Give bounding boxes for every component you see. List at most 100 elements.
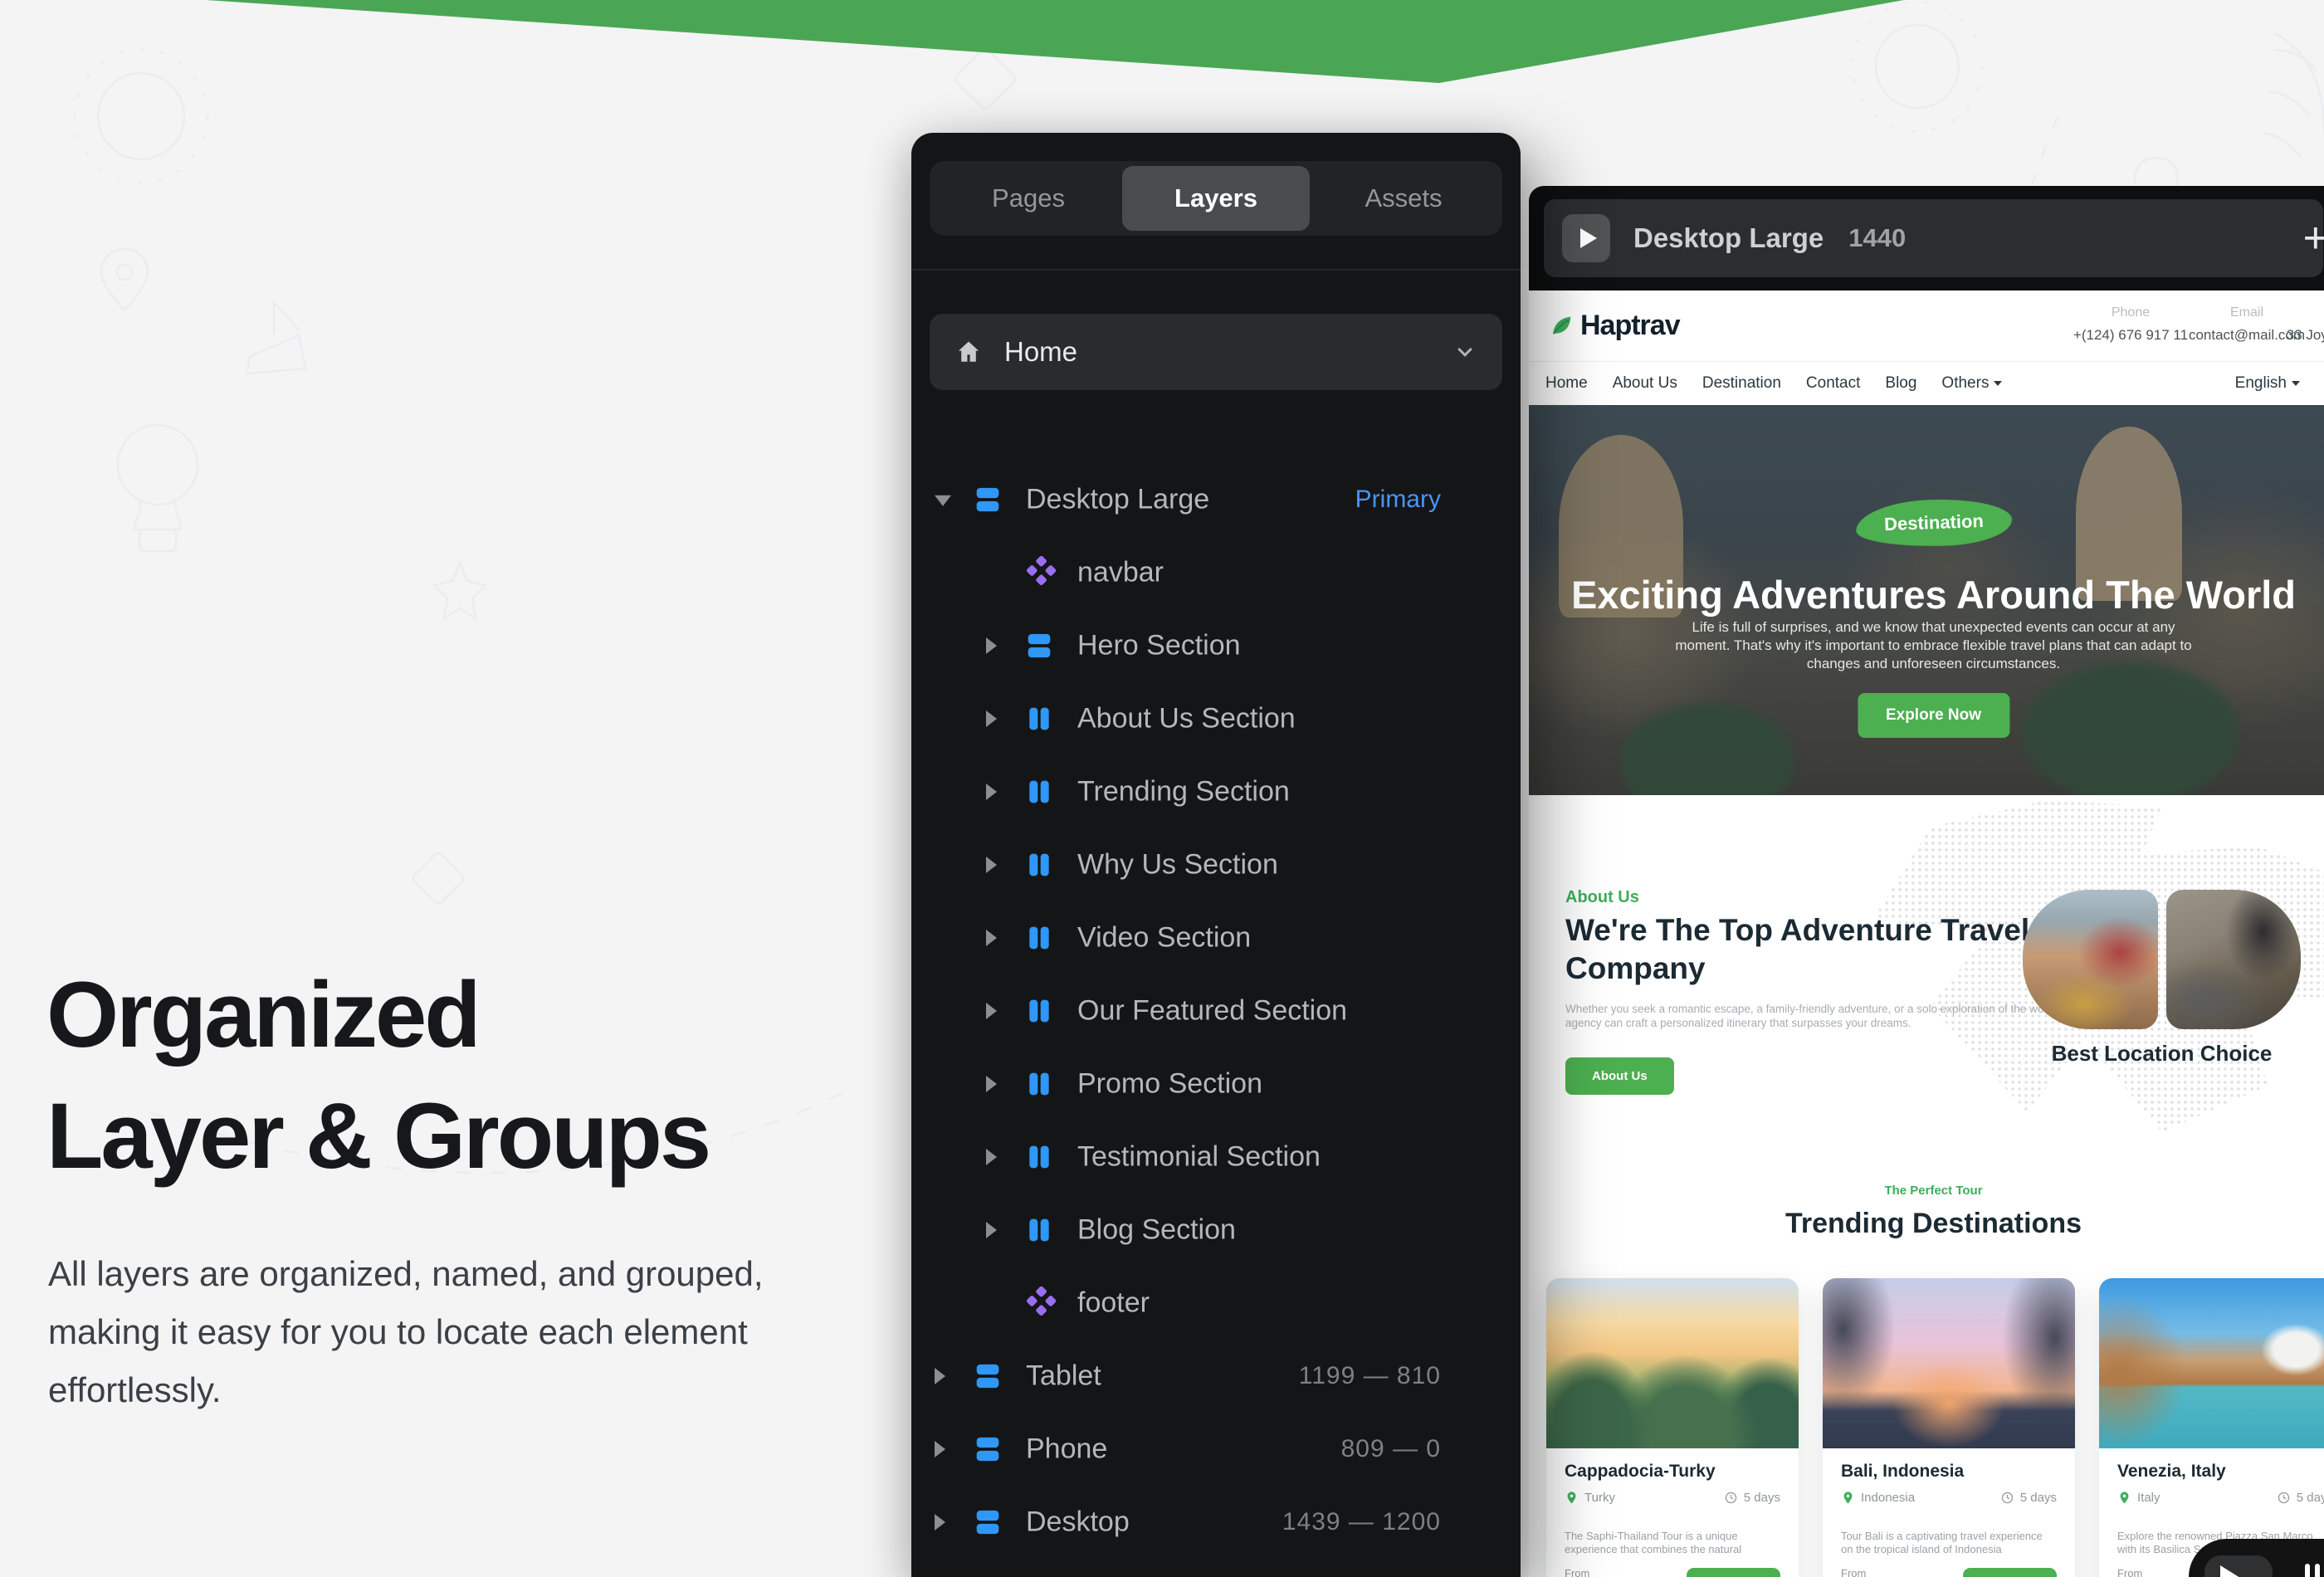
section-icon	[1023, 1140, 1056, 1174]
video-chip[interactable]	[2189, 1539, 2324, 1577]
destination-photo	[2099, 1278, 2324, 1448]
hero-photo-tree	[1620, 704, 1794, 795]
caret-right-icon[interactable]	[986, 1003, 997, 1019]
destination-photo	[1546, 1278, 1799, 1448]
destination-card-bali-indonesia[interactable]: Bali, Indonesia Indonesia 5 days Tour Ba…	[1823, 1278, 2075, 1577]
component-icon	[1023, 556, 1056, 589]
nav-item-destination[interactable]: Destination	[1702, 374, 1781, 393]
layer-row-navbar[interactable]: navbar	[911, 536, 1521, 609]
caret-right-icon[interactable]	[935, 1514, 945, 1531]
add-button[interactable]: +	[2303, 217, 2324, 260]
card-title: Bali, Indonesia	[1841, 1462, 1965, 1481]
about-photo-couple	[2023, 890, 2158, 1029]
tab-layers[interactable]: Layers	[1122, 166, 1310, 231]
section-icon	[1023, 1067, 1056, 1101]
site-navbar: Home About Us Destination Contact Blog Others…	[1529, 362, 2324, 405]
layer-label: Testimonial Section	[1077, 1140, 1321, 1173]
layer-row-footer[interactable]: footer	[911, 1267, 1521, 1340]
nav-item-label: Destination	[1702, 374, 1781, 392]
layer-label: Phone	[1026, 1433, 1108, 1465]
about-caption: Best Location Choice	[2051, 1041, 2273, 1066]
caret-right-icon[interactable]	[986, 784, 997, 800]
hero-title: Exciting Adventures Around The World	[1570, 573, 2297, 617]
layers-panel: Pages Layers Assets Home Desktop Large Prim…	[911, 133, 1521, 1577]
frame-title: Desktop Large	[1633, 222, 1824, 253]
explore-now-button[interactable]: Explore Now	[1857, 693, 2010, 738]
about-text: Whether you seek a romantic escape, a fa…	[1565, 1003, 2100, 1029]
nav-item-blog[interactable]: Blog	[1885, 374, 1916, 393]
destination-card-venezia-italy[interactable]: Venezia, Italy Italy 5 days Explore the …	[2099, 1278, 2324, 1577]
card-description: Tour Bali is a captivating travel experi…	[1841, 1530, 2043, 1555]
nav-item-others[interactable]: Others	[1941, 374, 2003, 393]
hero-photo-tree	[2023, 662, 2239, 795]
caret-right-icon[interactable]	[986, 1076, 997, 1092]
tab-pages[interactable]: Pages	[935, 166, 1122, 231]
page-selector-label: Home	[1004, 336, 1078, 367]
caret-right-icon[interactable]	[986, 1222, 997, 1238]
play-button[interactable]	[1562, 214, 1610, 262]
nav-item-label: Others	[1941, 374, 1990, 392]
nav-item-about-us[interactable]: About Us	[1613, 374, 1677, 393]
caret-right-icon[interactable]	[986, 637, 997, 654]
component-icon	[1023, 1286, 1056, 1320]
caret-right-icon[interactable]	[986, 930, 997, 946]
layer-label: navbar	[1077, 556, 1164, 588]
frame-icon	[971, 1433, 1004, 1466]
layer-label: Our Featured Section	[1077, 994, 1348, 1027]
frame-icon	[971, 483, 1004, 516]
destination-card-cappadocia-turky[interactable]: Cappadocia-Turky Turky 5 days The Saphi-…	[1546, 1278, 1799, 1577]
details-button[interactable]: Details	[1686, 1568, 1780, 1577]
details-button[interactable]: Details	[1962, 1568, 2057, 1577]
chevron-down-icon[interactable]	[1452, 339, 1477, 364]
layer-row-about-us-section[interactable]: About Us Section	[911, 682, 1521, 755]
layer-label: Promo Section	[1077, 1067, 1262, 1100]
about-us-button[interactable]: About Us	[1565, 1057, 1674, 1095]
layer-row-video-section[interactable]: Video Section	[911, 901, 1521, 974]
layer-row-partial[interactable]	[911, 1559, 1521, 1577]
layer-row-desktop-large[interactable]: Desktop Large Primary	[911, 463, 1521, 536]
language-selector[interactable]: English	[2235, 374, 2322, 393]
nav-items: Home About Us Destination Contact Blog Others	[1545, 374, 2003, 393]
home-icon	[958, 341, 979, 362]
layer-row-phone[interactable]: Phone 809 — 0	[911, 1413, 1521, 1486]
caret-right-icon[interactable]	[986, 1149, 997, 1165]
layer-row-trending-section[interactable]: Trending Section	[911, 755, 1521, 828]
page-selector[interactable]: Home	[930, 314, 1502, 390]
nav-item-contact[interactable]: Contact	[1806, 374, 1860, 393]
caret-right-icon[interactable]	[986, 857, 997, 873]
layer-row-testimonial-section[interactable]: Testimonial Section	[911, 1120, 1521, 1194]
layer-label: Desktop	[1026, 1506, 1130, 1538]
layer-list: Desktop Large Primary navbar Hero Section Ab…	[911, 463, 1521, 1577]
layer-row-why-us-section[interactable]: Why Us Section	[911, 828, 1521, 901]
section-icon	[1023, 1213, 1056, 1247]
trending-title: Trending Destinations	[1784, 1208, 2082, 1239]
frame-icon	[971, 1360, 1004, 1393]
caret-right-icon[interactable]	[986, 710, 997, 727]
layer-row-desktop[interactable]: Desktop 1439 — 1200	[911, 1486, 1521, 1559]
contact-office: Office 33 Joy Street, USA	[2276, 305, 2324, 344]
layer-label: About Us Section	[1077, 702, 1296, 735]
caret-right-icon[interactable]	[935, 1368, 945, 1384]
layer-row-promo-section[interactable]: Promo Section	[911, 1047, 1521, 1120]
caret-down-icon[interactable]	[935, 495, 951, 506]
clock-icon	[2278, 1492, 2290, 1504]
layer-row-our-featured-section[interactable]: Our Featured Section	[911, 974, 1521, 1047]
primary-badge: Primary	[1355, 486, 1441, 513]
hero-text: Life is full of surprises, and we know t…	[1675, 619, 2192, 671]
caret-right-icon[interactable]	[935, 1441, 945, 1457]
layer-row-hero-section[interactable]: Hero Section	[911, 609, 1521, 682]
card-location: Turky	[1584, 1491, 1615, 1505]
card-location: Indonesia	[1861, 1491, 1916, 1505]
card-title: Cappadocia-Turky	[1565, 1462, 1716, 1481]
layer-label: Video Section	[1077, 921, 1252, 954]
tab-assets[interactable]: Assets	[1310, 166, 1497, 231]
nav-item-home[interactable]: Home	[1545, 374, 1588, 393]
panel-tabs: Pages Layers Assets	[930, 161, 1502, 236]
site-logo[interactable]: Haptrav	[1549, 310, 1681, 342]
layer-row-tablet[interactable]: Tablet 1199 — 810	[911, 1340, 1521, 1413]
location-pin-icon	[2120, 1492, 2129, 1504]
layer-row-blog-section[interactable]: Blog Section	[911, 1194, 1521, 1267]
frame-toolbar: Desktop Large 1440 +	[1544, 199, 2324, 277]
card-from-label: From	[1565, 1567, 1590, 1577]
website-preview: Haptrav Phone +(124) 676 917 11 Email cont…	[1529, 290, 2324, 1577]
